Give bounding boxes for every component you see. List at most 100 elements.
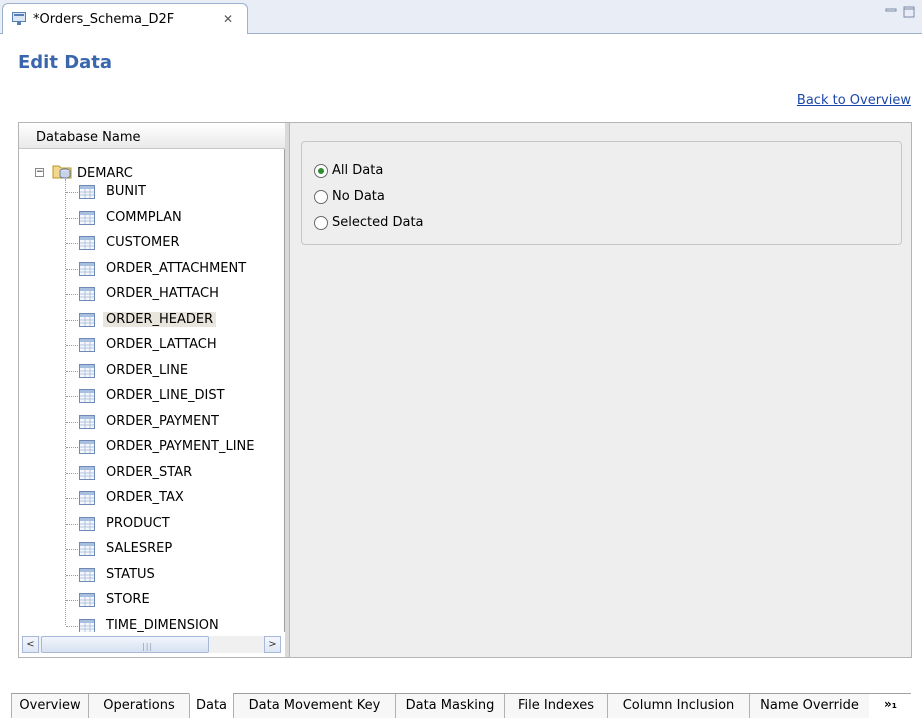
database-icon (52, 165, 72, 179)
editor-tab-bar: *Orders_Schema_D2F ✕ (0, 0, 922, 34)
tree-connector (66, 421, 78, 423)
more-tabs-icon[interactable]: »₁ (884, 697, 897, 711)
tree-connector (66, 549, 78, 550)
tree-item-label: ORDER_TAX (106, 490, 184, 505)
tree-item-order-payment-line[interactable]: ORDER_PAYMENT_LINE (19, 436, 285, 458)
scroll-right-icon[interactable]: > (264, 636, 281, 653)
tree-item-commplan[interactable]: COMMPLAN (19, 207, 285, 229)
radio-label: All Data (332, 163, 384, 178)
tree-item-order-attachment[interactable]: ORDER_ATTACHMENT (19, 258, 285, 280)
tree-item-label: COMMPLAN (106, 209, 182, 225)
page-tab-column-inclusion[interactable]: Column Inclusion (607, 694, 749, 718)
data-selection-group: All Data No Data Selected Data (301, 141, 902, 245)
tree-connector (66, 294, 78, 295)
tree-item-label: ORDER_HATTACH (106, 286, 219, 301)
database-tree-panel: Database Name − DEMARC BUNIT COMMPLAN CUST… (19, 123, 285, 657)
table-icon (79, 312, 95, 327)
table-icon (79, 338, 95, 352)
tree-connector (66, 574, 78, 576)
scrollbar-grip: ||| (142, 642, 154, 651)
table-icon (79, 261, 95, 276)
tree-item-time-dimension[interactable]: TIME_DIMENSION (19, 615, 285, 632)
radio-button[interactable] (314, 216, 328, 230)
tree-item-label: STATUS (106, 566, 155, 582)
tree-horizontal-scrollbar[interactable]: < ||| > (19, 632, 285, 657)
tree-connector (66, 192, 78, 193)
page-tab-overview[interactable]: Overview (11, 694, 88, 718)
tree-connector (66, 319, 78, 321)
tree-connector (66, 447, 78, 448)
schema-file-icon (12, 12, 26, 25)
tree-item-order-line[interactable]: ORDER_LINE (19, 360, 285, 382)
table-icon (79, 363, 95, 378)
tree-item-order-hattach[interactable]: ORDER_HATTACH (19, 283, 285, 305)
tree-item-label: ORDER_STAR (106, 464, 193, 480)
page-tab-bar: Overview Operations Data Data Movement Key D… (11, 693, 911, 718)
tree-item-order-lattach[interactable]: ORDER_LATTACH (19, 334, 285, 356)
tree-item-label: BUNIT (106, 184, 146, 199)
table-icon (79, 440, 95, 454)
tree-item-salesrep[interactable]: SALESREP (19, 538, 285, 560)
tree-connector (66, 243, 78, 244)
tree-item-label: STORE (106, 592, 150, 607)
tree-item-store[interactable]: STORE (19, 589, 285, 611)
tree-connector (66, 498, 78, 499)
tree-item-customer[interactable]: CUSTOMER (19, 232, 285, 254)
page-tab-name-override[interactable]: Name Override (749, 694, 869, 718)
tree-item-order-tax[interactable]: ORDER_TAX (19, 487, 285, 509)
tree-item-label: PRODUCT (106, 515, 170, 531)
tree-item-label: ORDER_ATTACHMENT (106, 260, 247, 276)
table-icon (79, 414, 95, 429)
tree-connector (66, 472, 78, 474)
tree-connector (66, 625, 78, 627)
scrollbar-thumb[interactable]: ||| (41, 636, 209, 653)
page-tab-data-movement-key[interactable]: Data Movement Key (233, 694, 395, 718)
tree-item-order-header[interactable]: ORDER_HEADER (19, 309, 285, 331)
tree-item-label: ORDER_PAYMENT_LINE (106, 439, 255, 454)
tree-item-order-star[interactable]: ORDER_STAR (19, 462, 285, 484)
radio-label: Selected Data (332, 215, 424, 230)
database-tree: − DEMARC BUNIT COMMPLAN CUSTOMER ORDER_ATTA… (19, 149, 285, 632)
table-icon (79, 593, 95, 607)
scroll-left-icon[interactable]: < (22, 636, 39, 653)
collapse-icon[interactable]: − (35, 168, 44, 177)
table-icon (79, 542, 95, 556)
tree-root-label: DEMARC (77, 166, 133, 181)
page-tab-file-indexes[interactable]: File Indexes (504, 694, 607, 718)
tree-column-header-label: Database Name (36, 130, 141, 145)
radio-button[interactable] (314, 164, 328, 178)
back-to-overview-link[interactable]: Back to Overview (797, 93, 911, 108)
tree-connector (66, 600, 78, 601)
radio-button[interactable] (314, 190, 328, 204)
tree-item-order-line-dist[interactable]: ORDER_LINE_DIST (19, 385, 285, 407)
radio-label: No Data (332, 189, 385, 204)
tree-item-label: ORDER_PAYMENT (106, 413, 219, 429)
table-icon (79, 210, 95, 225)
maximize-icon[interactable] (902, 6, 916, 18)
table-icon (79, 618, 95, 632)
editor-tab-orders-schema[interactable]: *Orders_Schema_D2F ✕ (2, 3, 248, 34)
close-icon[interactable]: ✕ (223, 12, 233, 26)
page-tab-operations[interactable]: Operations (88, 694, 189, 718)
page-tab-data-masking[interactable]: Data Masking (395, 694, 504, 718)
tree-connector (66, 523, 78, 525)
tree-item-product[interactable]: PRODUCT (19, 513, 285, 535)
table-icon (79, 465, 95, 480)
table-icon (79, 236, 95, 250)
tree-column-header[interactable]: Database Name (19, 123, 285, 149)
tree-connector (66, 396, 78, 397)
tree-item-label: ORDER_LINE_DIST (106, 388, 225, 403)
edit-data-panel: Database Name − DEMARC BUNIT COMMPLAN CUST… (18, 122, 912, 658)
table-icon (79, 389, 95, 403)
page-tab-data[interactable]: Data (189, 693, 233, 718)
tree-item-label: ORDER_LINE (106, 362, 189, 378)
page-title: Edit Data (18, 52, 113, 73)
minimize-icon[interactable] (884, 6, 898, 18)
tree-item-label: SALESREP (106, 541, 173, 556)
tree-item-order-payment[interactable]: ORDER_PAYMENT (19, 411, 285, 433)
tree-connector (66, 345, 78, 346)
tree-item-bunit[interactable]: BUNIT (19, 181, 285, 203)
tree-connector (66, 268, 78, 270)
tree-item-status[interactable]: STATUS (19, 564, 285, 586)
panel-splitter[interactable] (285, 123, 290, 657)
